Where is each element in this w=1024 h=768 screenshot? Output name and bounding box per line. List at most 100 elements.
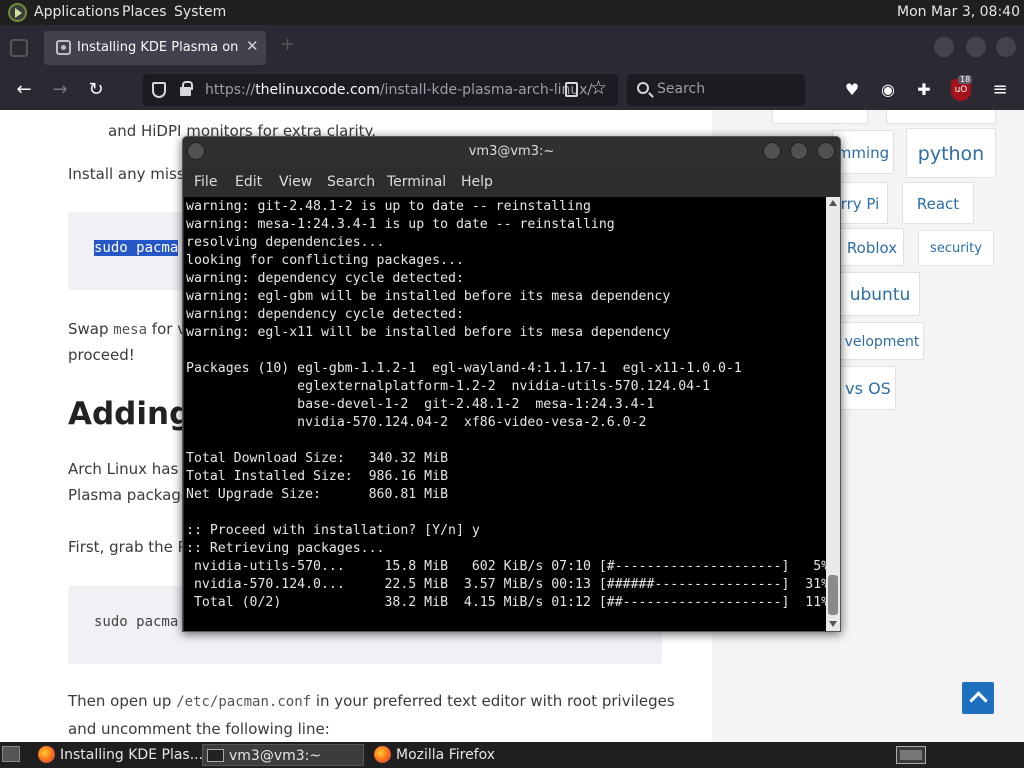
code-command[interactable]: sudo pacma (94, 240, 179, 256)
article-paragraph: and uncomment the following line: (68, 720, 330, 738)
new-tab-icon[interactable]: + (280, 34, 295, 55)
terminal-line: Net Upgrade Size: 860.81 MiB (186, 487, 449, 502)
terminal-menu-search[interactable]: Search (327, 174, 375, 190)
tab-list-icon[interactable] (10, 39, 28, 57)
reader-view-icon[interactable] (565, 82, 578, 97)
terminal-line: Total Download Size: 340.32 MiB (186, 451, 449, 466)
tag-partial[interactable] (772, 110, 868, 124)
tag-security[interactable]: security (918, 230, 994, 266)
maximize-button[interactable] (790, 142, 808, 160)
terminal-line: Total (0/2) 38.2 MiB 4.15 MiB/s 01:12 [#… (186, 595, 826, 610)
terminal-menu-edit[interactable]: Edit (235, 174, 262, 190)
scroll-up-arrow-icon[interactable] (829, 200, 837, 206)
account-icon[interactable]: ◉ (876, 78, 900, 102)
scroll-down-arrow-icon[interactable] (829, 621, 837, 627)
terminal-menu-view[interactable]: View (279, 174, 312, 190)
tag-web-development[interactable]: velopment (840, 322, 924, 360)
tag-windows-os[interactable]: vs OS (840, 366, 896, 410)
firefox-icon (374, 746, 391, 763)
article-paragraph: First, grab the P (68, 538, 187, 556)
article-paragraph: Install any missi (68, 165, 189, 183)
site-favicon-icon (56, 40, 71, 55)
terminal-titlebar[interactable]: vm3@vm3:~ (183, 137, 840, 167)
url-text[interactable]: https://thelinuxcode.com/install-kde-pla… (205, 82, 592, 98)
article-paragraph: Swap mesa for v (68, 320, 187, 338)
maximize-window-button[interactable] (966, 37, 986, 57)
scrollbar-thumb[interactable] (828, 575, 838, 615)
terminal-line: looking for conflicting packages... (186, 253, 464, 268)
menu-system[interactable]: System (174, 4, 226, 20)
article-paragraph: proceed! (68, 346, 135, 364)
terminal-line: warning: mesa-1:24.3.4-1 is up to date -… (186, 217, 615, 232)
article-paragraph: Then open up /etc/pacman.conf in your pr… (68, 692, 675, 710)
back-to-top-button[interactable] (962, 682, 994, 714)
taskbar-item-terminal[interactable]: vm3@vm3:~ (202, 744, 364, 766)
menu-places[interactable]: Places (122, 4, 167, 20)
terminal-line: warning: git-2.48.1-2 is up to date -- r… (186, 199, 591, 214)
terminal-line: Packages (10) egl-gbm-1.1.2-1 egl-waylan… (186, 361, 742, 376)
tag-roblox[interactable]: Roblox (840, 228, 904, 266)
terminal-line: warning: egl-x11 will be installed befor… (186, 325, 671, 340)
pocket-icon[interactable]: ♥ (840, 78, 864, 102)
tag-react[interactable]: React (902, 182, 974, 224)
window-menu-button[interactable] (187, 142, 205, 160)
tag-programming[interactable]: mming (832, 130, 894, 174)
navigation-toolbar: ← → ↻ https://thelinuxcode.com/install-k… (0, 70, 1024, 110)
top-panel: Applications Places System Mon Mar 3, 08… (0, 0, 1024, 25)
lock-icon[interactable] (180, 81, 193, 96)
back-arrow-icon[interactable]: ← (10, 76, 38, 104)
search-icon (637, 82, 649, 94)
clock[interactable]: Mon Mar 3, 08:40 (897, 4, 1020, 20)
terminal-menu-file[interactable]: File (194, 174, 217, 190)
terminal-line: resolving dependencies... (186, 235, 385, 250)
minimize-window-button[interactable] (934, 37, 954, 57)
extensions-puzzle-icon[interactable]: ✚ (912, 78, 936, 102)
hamburger-menu-icon[interactable]: ≡ (988, 78, 1012, 102)
tag-partial[interactable] (886, 110, 996, 124)
show-desktop-icon[interactable] (2, 746, 20, 762)
url-bar[interactable]: https://thelinuxcode.com/install-kde-pla… (143, 74, 618, 106)
reload-icon[interactable]: ↻ (82, 76, 110, 104)
terminal-window[interactable]: vm3@vm3:~ File Edit View Search Terminal… (182, 136, 841, 632)
terminal-line: nvidia-utils-570... 15.8 MiB 602 KiB/s 0… (186, 559, 826, 574)
tag-ubuntu[interactable]: ubuntu (840, 272, 920, 316)
applications-logo-icon[interactable] (8, 3, 27, 22)
terminal-line: nvidia-570.124.0... 22.5 MiB 3.57 MiB/s … (186, 577, 826, 592)
terminal-line: warning: egl-gbm will be installed befor… (186, 289, 671, 304)
terminal-output[interactable]: warning: git-2.48.1-2 is up to date -- r… (184, 197, 826, 631)
terminal-line: warning: dependency cycle detected: (186, 271, 464, 286)
search-placeholder: Search (657, 81, 706, 97)
tag-python[interactable]: python (906, 128, 996, 178)
article-paragraph: Plasma package (68, 486, 191, 504)
terminal-menubar: File Edit View Search Terminal Help (183, 170, 840, 196)
terminal-line: nvidia-570.124.04-2 xf86-video-vesa-2.6.… (186, 415, 647, 430)
terminal-line: eglexternalplatform-1.2-2 nvidia-utils-5… (186, 379, 711, 394)
forward-arrow-icon[interactable]: → (46, 76, 74, 104)
close-window-button[interactable] (996, 37, 1016, 57)
taskbar-item-firefox-page[interactable]: Installing KDE Plas... (34, 744, 203, 766)
terminal-line: :: Proceed with installation? [Y/n] y (186, 523, 480, 538)
bottom-taskbar: Installing KDE Plas... vm3@vm3:~ Mozilla… (0, 742, 1024, 768)
terminal-line: Total Installed Size: 986.16 MiB (186, 469, 449, 484)
minimize-button[interactable] (763, 142, 781, 160)
terminal-line: base-devel-1-2 git-2.48.1-2 mesa-1:24.3.… (186, 397, 655, 412)
close-tab-icon[interactable]: ✕ (246, 37, 259, 55)
search-input[interactable]: Search (627, 74, 805, 106)
article-paragraph: Arch Linux has a (68, 460, 193, 478)
terminal-title: vm3@vm3:~ (468, 144, 555, 159)
ublock-count-badge: 18 (958, 75, 973, 84)
close-button[interactable] (817, 142, 835, 160)
browser-tab[interactable]: Installing KDE Plasma on Ar ✕ (44, 31, 266, 65)
workspace-switcher[interactable] (896, 746, 926, 764)
menu-applications[interactable]: Applications (34, 4, 120, 20)
firefox-icon (38, 746, 55, 763)
terminal-scrollbar[interactable] (826, 197, 840, 631)
terminal-text: warning: git-2.48.1-2 is up to date -- r… (186, 198, 826, 612)
tracking-protection-shield-icon[interactable] (152, 82, 166, 98)
code-command[interactable]: sudo pacma (94, 614, 178, 630)
taskbar-item-firefox[interactable]: Mozilla Firefox (370, 744, 530, 766)
terminal-menu-terminal[interactable]: Terminal (387, 174, 446, 190)
bookmark-star-icon[interactable]: ☆ (590, 77, 607, 99)
terminal-menu-help[interactable]: Help (461, 174, 493, 190)
